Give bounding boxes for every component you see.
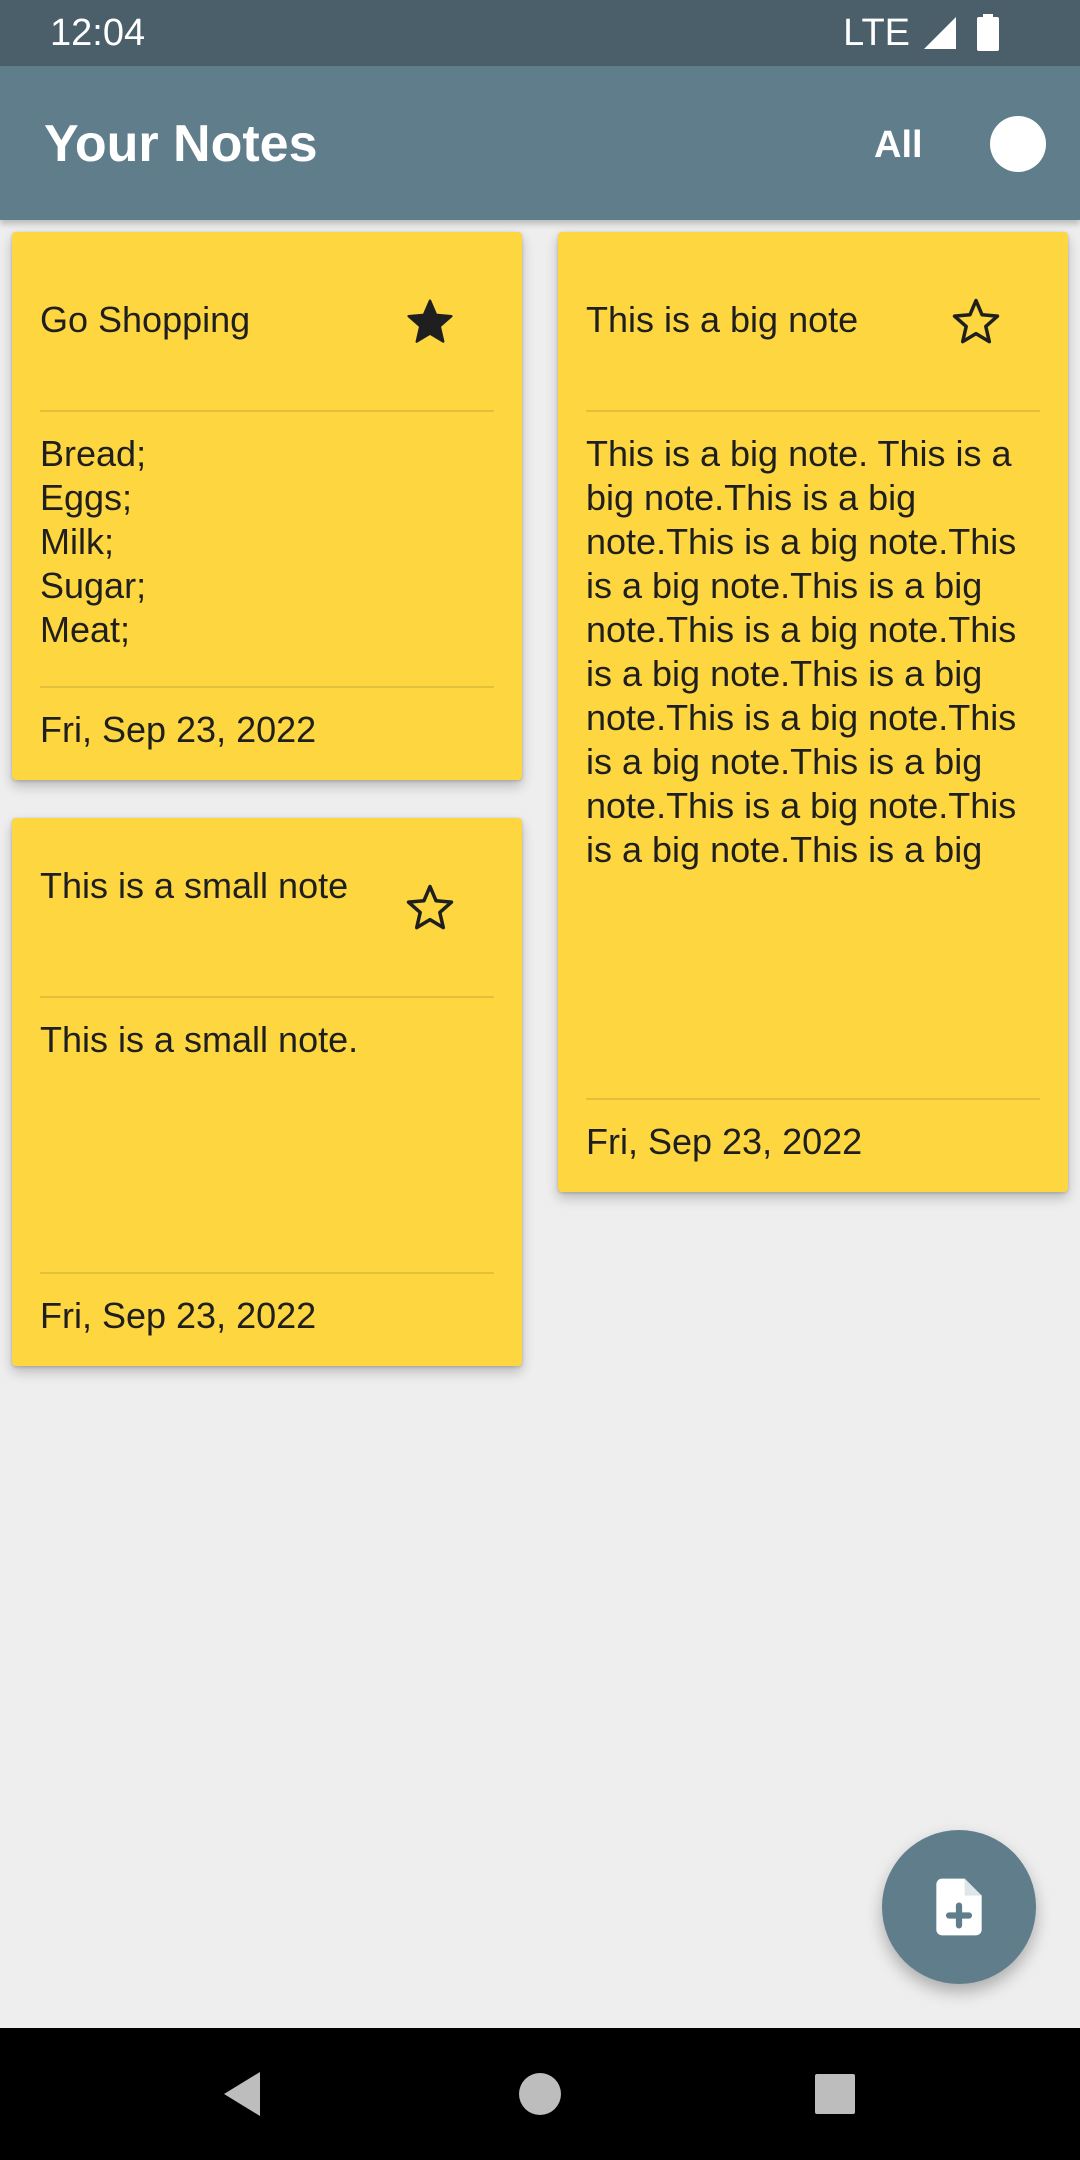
nav-bar: [0, 2028, 1080, 2160]
status-time: 12:04: [50, 12, 146, 54]
app-bar: Your Notes All: [0, 66, 1080, 220]
battery-icon: [977, 14, 999, 51]
note-card[interactable]: This is a small note This is a small not…: [12, 818, 522, 1366]
divider: [586, 410, 1040, 412]
note-body: This is a big note. This is a big note.T…: [586, 433, 1017, 870]
star-outline-icon[interactable]: [948, 294, 1004, 350]
back-icon[interactable]: [210, 2060, 278, 2128]
note-title: Go Shopping: [40, 299, 251, 340]
star-filled-icon[interactable]: [402, 294, 458, 350]
note-body: This is a small note.: [40, 1019, 359, 1060]
home-icon[interactable]: [506, 2060, 574, 2128]
note-date: Fri, Sep 23, 2022: [586, 1121, 863, 1162]
divider: [586, 1098, 1040, 1100]
filter-toggle[interactable]: [990, 116, 1046, 172]
note-title: This is a small note: [40, 865, 349, 906]
note-body: Bread; Eggs; Milk; Sugar; Meat;: [40, 433, 147, 650]
star-outline-icon[interactable]: [402, 880, 458, 936]
filter-label: All: [874, 124, 923, 166]
network-type: LTE: [843, 12, 910, 54]
note-title: This is a big note: [586, 299, 859, 340]
divider: [40, 996, 494, 998]
note-date: Fri, Sep 23, 2022: [40, 709, 317, 750]
recents-icon[interactable]: [801, 2060, 869, 2128]
status-bar: 12:04 LTE: [0, 0, 1080, 66]
divider: [40, 686, 494, 688]
note-date: Fri, Sep 23, 2022: [40, 1295, 317, 1336]
add-note-button[interactable]: [882, 1830, 1036, 1984]
note-card[interactable]: This is a big note This is a big note. T…: [558, 232, 1068, 1192]
signal-icon: [924, 17, 956, 49]
status-icons: LTE: [843, 10, 1006, 56]
divider: [40, 410, 494, 412]
divider: [40, 1272, 494, 1274]
add-note-icon: [936, 1878, 982, 1936]
note-card[interactable]: Go Shopping Bread; Eggs; Milk; Sugar; Me…: [12, 232, 522, 780]
page-title: Your Notes: [44, 115, 318, 173]
